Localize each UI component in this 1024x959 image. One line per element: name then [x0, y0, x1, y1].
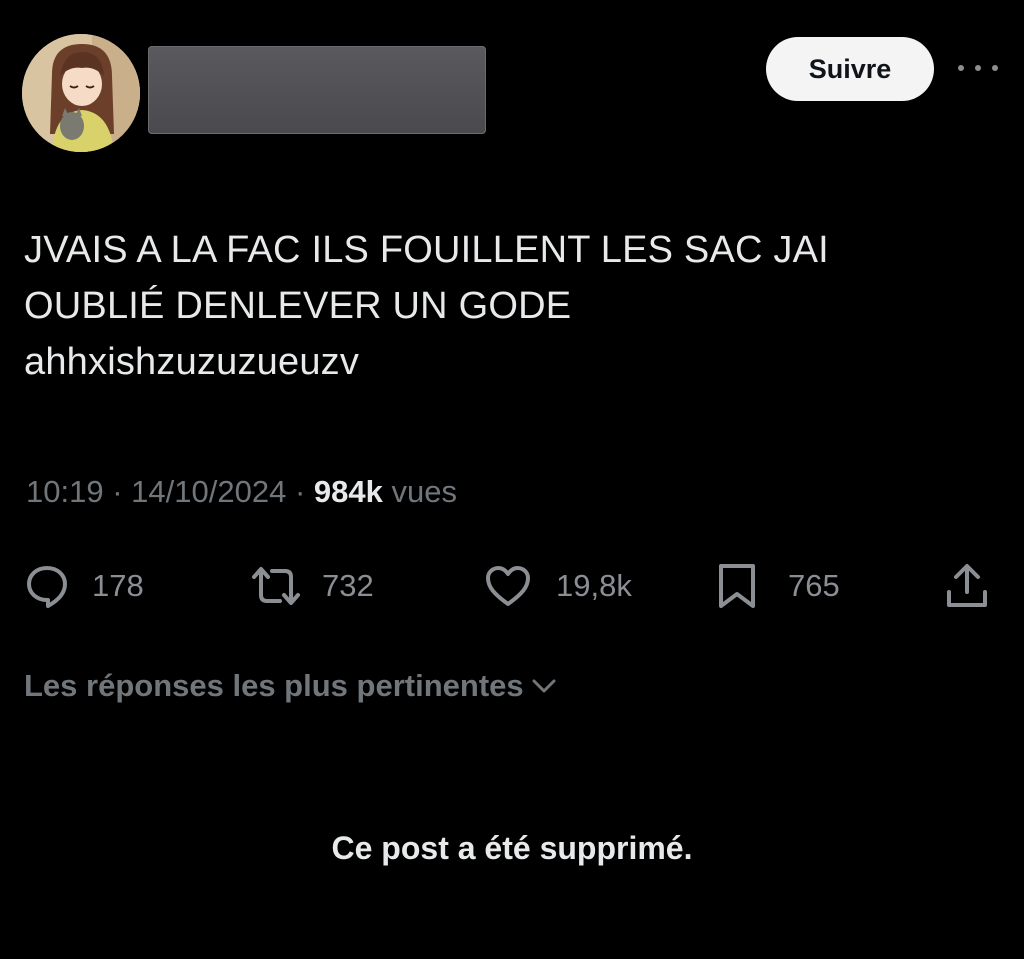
tweet-text-line: JVAIS A LA FAC ILS FOUILLENT LES SAC JAI — [24, 229, 829, 271]
tweet-text: JVAIS A LA FAC ILS FOUILLENT LES SAC JAI… — [24, 222, 984, 390]
share-icon — [947, 564, 987, 607]
avatar[interactable] — [22, 34, 140, 152]
bookmark-icon — [719, 564, 755, 608]
more-horizontal-icon[interactable] — [958, 58, 998, 78]
repost-button[interactable]: 732 — [250, 556, 374, 616]
like-count: 19,8k — [556, 568, 632, 603]
replies-sort-label: Les réponses les plus pertinentes — [24, 668, 524, 703]
tweet-time[interactable]: 10:19 — [26, 474, 104, 509]
reply-count: 178 — [92, 568, 144, 603]
redacted-username — [148, 46, 486, 134]
meta-separator: · — [112, 474, 123, 509]
meta-separator: · — [294, 474, 306, 509]
tweet-text-line: OUBLIÉ DENLEVER UN GODE — [24, 285, 572, 327]
tweet-date[interactable]: 14/10/2024 — [131, 474, 286, 509]
bookmark-button[interactable]: 765 — [716, 556, 840, 616]
views-label: vues — [391, 474, 457, 509]
tweet-meta: 10:19 · 14/10/2024 · 984k vues — [26, 474, 457, 510]
replies-sort-dropdown[interactable]: Les réponses les plus pertinentes — [24, 668, 558, 704]
heart-icon — [486, 566, 530, 606]
views-count: 984k — [313, 474, 383, 509]
bookmark-count: 765 — [788, 568, 840, 603]
more-dot — [975, 65, 981, 71]
more-dot — [992, 65, 998, 71]
avatar-image — [22, 34, 140, 152]
follow-button[interactable]: Suivre — [766, 37, 934, 101]
chevron-down-icon — [532, 679, 556, 693]
deleted-post-notice: Ce post a été supprimé. — [331, 830, 693, 866]
reply-button[interactable]: 178 — [24, 556, 144, 616]
repost-icon — [252, 567, 300, 605]
repost-count: 732 — [322, 568, 374, 603]
reply-icon — [27, 566, 67, 608]
action-bar: 178 732 19,8k 765 — [0, 556, 1024, 616]
tweet-text-line: ahhxishzuzuzueuzv — [24, 341, 360, 383]
like-button[interactable]: 19,8k — [484, 556, 632, 616]
share-button[interactable] — [944, 556, 990, 616]
more-dot — [958, 65, 964, 71]
